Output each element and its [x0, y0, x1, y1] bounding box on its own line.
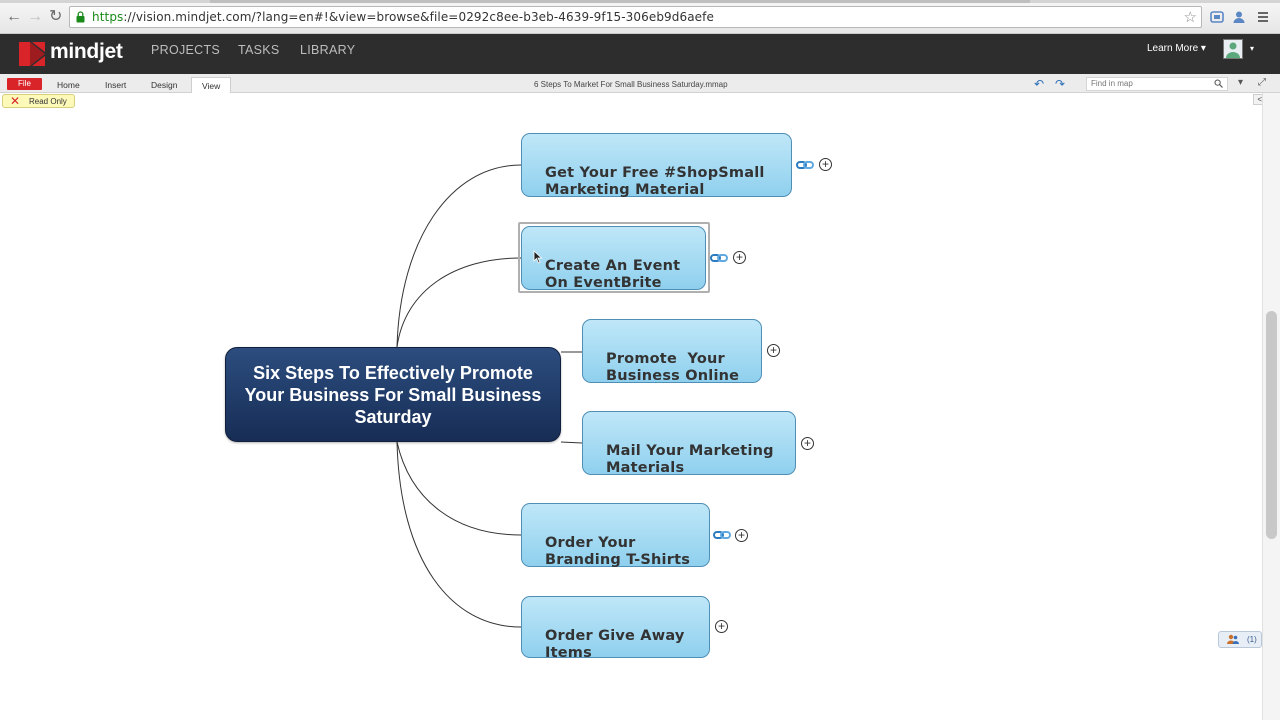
tab-home[interactable]: Home	[57, 80, 80, 90]
topic-mail-materials[interactable]: Mail Your Marketing Materials	[582, 411, 796, 476]
central-topic[interactable]: Six Steps To Effectively Promote Your Bu…	[225, 347, 561, 442]
menu-icon[interactable]	[1255, 9, 1271, 25]
find-options-dropdown[interactable]: ▾	[1238, 77, 1243, 88]
file-tab[interactable]: File	[7, 78, 42, 90]
tab-strip	[0, 0, 1280, 3]
close-icon[interactable]: ✕	[10, 94, 20, 108]
redo-icon[interactable]: ↷	[1055, 77, 1065, 91]
fullscreen-icon[interactable]: ⤢	[1258, 77, 1266, 88]
forward-button[interactable]: →	[27, 8, 43, 26]
collaborators-count: (1)	[1247, 635, 1257, 644]
expand-plus-icon[interactable]: +	[735, 529, 748, 542]
document-title: 6 Steps To Market For Small Business Sat…	[534, 80, 728, 89]
url-scheme: https	[92, 10, 124, 24]
expand-plus-icon[interactable]: +	[733, 251, 746, 264]
topic-line: Order Your	[545, 534, 636, 551]
chevron-down-icon[interactable]: ▾	[1250, 44, 1254, 53]
extension-icon[interactable]	[1209, 9, 1225, 25]
reload-button[interactable]: ↻	[49, 8, 62, 26]
topic-line: Branding T-Shirts	[545, 552, 691, 568]
hyperlink-icon[interactable]	[713, 530, 731, 540]
expand-plus-icon[interactable]: +	[715, 620, 728, 633]
topic-give-away[interactable]: Order Give Away Items	[521, 596, 710, 661]
nav-library[interactable]: LIBRARY	[300, 43, 355, 57]
topic-line: Get Your Free #ShopSmall	[545, 164, 765, 181]
app-header: mindjet PROJECTS TASKS LIBRARY Learn Mor…	[0, 34, 1280, 74]
browser-toolbar: ← → ↻ https://vision.mindjet.com/?lang=e…	[0, 0, 1280, 34]
topic-line: Create An Event	[545, 257, 681, 274]
mindjet-logo-icon[interactable]	[18, 40, 46, 68]
topic-promote-online[interactable]: Promote Your Business Online	[582, 319, 762, 384]
hyperlink-icon[interactable]	[796, 160, 814, 170]
search-icon[interactable]	[1214, 79, 1223, 88]
topic-tshirts[interactable]: Order Your Branding T-Shirts	[521, 503, 710, 568]
find-input[interactable]	[1091, 79, 1209, 88]
topic-line: Materials	[606, 460, 685, 476]
logo-text[interactable]: mindjet	[50, 40, 123, 64]
active-tab-strip[interactable]	[210, 0, 1030, 3]
tab-view[interactable]: View	[191, 77, 232, 93]
nav-projects[interactable]: PROJECTS	[151, 43, 220, 57]
topic-eventbrite[interactable]: Create An Event On EventBrite	[521, 226, 706, 291]
undo-icon[interactable]: ↶	[1034, 77, 1044, 91]
expand-plus-icon[interactable]: +	[801, 437, 814, 450]
topic-line: On EventBrite	[545, 275, 662, 291]
url-path: ://vision.mindjet.com/?lang=en#!&view=br…	[123, 10, 714, 24]
topic-line: Mail Your Marketing	[606, 442, 774, 459]
expand-plus-icon[interactable]: +	[767, 344, 780, 357]
nav-tasks[interactable]: TASKS	[238, 43, 280, 57]
collaborators-badge[interactable]: (1)	[1218, 631, 1262, 648]
address-bar[interactable]: https://vision.mindjet.com/?lang=en#!&vi…	[69, 6, 1202, 28]
topic-line: Order Give Away	[545, 627, 685, 644]
vertical-scrollbar[interactable]	[1262, 93, 1280, 720]
hyperlink-icon[interactable]	[710, 253, 728, 263]
ribbon-bar: File Home Insert Design View 6 Steps To …	[0, 74, 1280, 93]
topic-line: Marketing Material	[545, 182, 705, 198]
find-in-map-field[interactable]	[1086, 77, 1228, 91]
scroll-thumb[interactable]	[1266, 311, 1277, 539]
profile-extension-icon[interactable]	[1231, 9, 1247, 25]
bookmark-star-icon[interactable]: ☆	[1184, 8, 1197, 26]
user-icon	[1226, 42, 1240, 58]
read-only-badge[interactable]: ✕ Read Only	[2, 94, 75, 108]
back-button[interactable]: ←	[6, 8, 22, 26]
avatar[interactable]	[1223, 39, 1243, 59]
mouse-cursor-icon	[533, 250, 543, 264]
topic-shopsmall[interactable]: Get Your Free #ShopSmall Marketing Materi…	[521, 133, 792, 198]
tab-insert[interactable]: Insert	[105, 80, 126, 90]
learn-more-menu[interactable]: Learn More ▾	[1147, 43, 1206, 54]
topic-line: Promote Your	[606, 350, 725, 367]
expand-plus-icon[interactable]: +	[819, 158, 832, 171]
topic-line: Items	[545, 645, 592, 661]
tab-design[interactable]: Design	[151, 80, 177, 90]
users-icon	[1227, 634, 1239, 644]
topic-line: Business Online	[606, 368, 740, 384]
lock-icon	[76, 11, 85, 23]
read-only-label: Read Only	[29, 97, 67, 106]
url-text: https://vision.mindjet.com/?lang=en#!&vi…	[92, 10, 714, 24]
